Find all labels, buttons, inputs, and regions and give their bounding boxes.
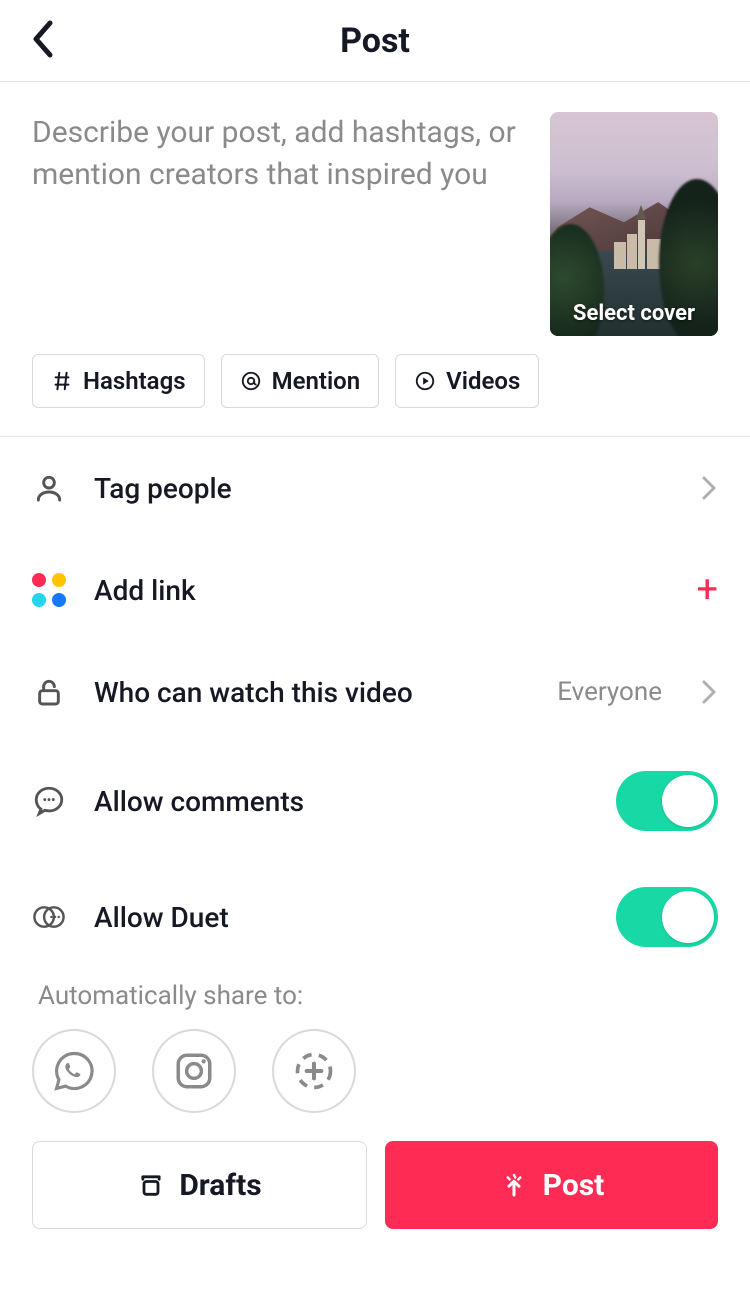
allow-duet-row: Allow Duet	[32, 859, 718, 975]
allow-comments-toggle[interactable]	[616, 771, 718, 831]
share-instagram-button[interactable]	[152, 1029, 236, 1113]
caption-input[interactable]	[32, 112, 532, 312]
allow-duet-label: Allow Duet	[94, 901, 588, 934]
drafts-button-label: Drafts	[179, 1168, 261, 1203]
post-button-label: Post	[543, 1168, 605, 1203]
person-icon	[33, 472, 65, 504]
instagram-icon	[173, 1050, 215, 1092]
caption-area	[32, 112, 532, 336]
grid-dots-icon	[32, 573, 66, 607]
hash-icon	[51, 370, 73, 392]
drafts-icon	[137, 1171, 165, 1199]
allow-duet-toggle[interactable]	[616, 887, 718, 947]
hashtags-chip-label: Hashtags	[83, 367, 186, 395]
drafts-button[interactable]: Drafts	[32, 1141, 367, 1229]
hashtags-chip[interactable]: Hashtags	[32, 354, 205, 408]
add-link-row[interactable]: Add link +	[32, 539, 718, 641]
mention-chip-label: Mention	[272, 367, 361, 395]
at-icon	[240, 370, 262, 392]
share-whatsapp-button[interactable]	[32, 1029, 116, 1113]
back-button[interactable]	[30, 19, 56, 63]
add-dashed-icon	[292, 1049, 336, 1093]
settings-rows: Tag people Add link + Who can watch this…	[0, 437, 750, 975]
mention-chip[interactable]: Mention	[221, 354, 380, 408]
chevron-left-icon	[30, 19, 56, 59]
tag-people-row[interactable]: Tag people	[32, 437, 718, 539]
chevron-right-icon	[700, 474, 718, 502]
allow-comments-label: Allow comments	[94, 785, 588, 818]
videos-chip[interactable]: Videos	[395, 354, 539, 408]
page-title: Post	[340, 21, 410, 61]
auto-share-label: Automatically share to:	[0, 975, 750, 1029]
plus-icon: +	[696, 568, 718, 612]
post-spark-icon	[499, 1170, 529, 1200]
privacy-value: Everyone	[557, 677, 662, 707]
videos-chip-label: Videos	[446, 367, 520, 395]
share-icons-row	[0, 1029, 750, 1141]
allow-comments-row: Allow comments	[32, 743, 718, 859]
chip-row: Hashtags Mention Videos	[0, 336, 750, 437]
tag-people-label: Tag people	[94, 472, 672, 505]
bottom-bar: Drafts Post	[0, 1141, 750, 1229]
select-cover-button[interactable]: Select cover	[550, 112, 718, 336]
privacy-row[interactable]: Who can watch this video Everyone	[32, 641, 718, 743]
play-circle-icon	[414, 370, 436, 392]
compose-area: Select cover	[0, 82, 750, 336]
header: Post	[0, 0, 750, 82]
add-link-label: Add link	[94, 574, 668, 607]
comment-icon	[32, 784, 66, 818]
duet-icon	[32, 900, 66, 934]
whatsapp-icon	[53, 1050, 95, 1092]
privacy-label: Who can watch this video	[94, 676, 529, 709]
post-button[interactable]: Post	[385, 1141, 718, 1229]
chevron-right-icon	[700, 678, 718, 706]
lock-open-icon	[33, 676, 65, 708]
share-more-button[interactable]	[272, 1029, 356, 1113]
select-cover-label: Select cover	[550, 301, 718, 326]
